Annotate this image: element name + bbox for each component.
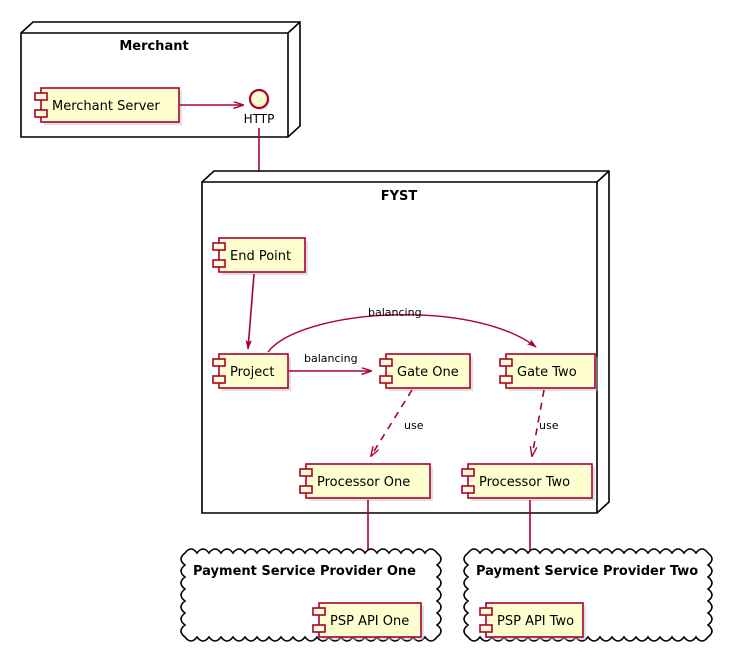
component-end-point[interactable]: End Point [212, 237, 308, 275]
diagram-svg: Merchant Merchant Server HTTP FYST End P… [20, 21, 713, 642]
component-psp-api-two[interactable]: PSP API Two [479, 602, 586, 640]
component-gate-two-port-top [499, 358, 513, 367]
component-psp-api-one-label: PSP API One [330, 614, 409, 629]
component-gate-two-port-bottom [499, 375, 513, 384]
component-end-point-port-bottom [212, 259, 226, 268]
cloud-psp-two-title: Payment Service Provider Two [476, 564, 698, 579]
component-merchant-server[interactable]: Merchant Server [34, 87, 182, 125]
component-processor-two-port-bottom [461, 485, 475, 494]
component-psp-api-two-label: PSP API Two [497, 614, 574, 629]
component-gate-one[interactable]: Gate One [379, 353, 473, 391]
component-gate-one-port-top [379, 358, 393, 367]
component-gate-one-port-bottom [379, 375, 393, 384]
component-gate-two[interactable]: Gate Two [499, 353, 598, 391]
interface-http-circle [248, 88, 270, 110]
component-processor-one[interactable]: Processor One [299, 463, 433, 501]
node-merchant-title: Merchant [119, 39, 188, 54]
component-project-label: Project [230, 365, 274, 380]
component-merchant-server-port-top [34, 92, 48, 101]
node-fyst-3d-body [201, 170, 610, 514]
component-processor-one-port-top [299, 468, 313, 477]
edge-project-to-gate-two-label: balancing [368, 306, 422, 319]
component-merchant-server-label: Merchant Server [52, 99, 160, 114]
component-end-point-port-top [212, 242, 226, 251]
component-processor-one-port-bottom [299, 485, 313, 494]
component-psp-api-one-port-bottom [312, 624, 326, 633]
component-processor-one-label: Processor One [317, 475, 410, 490]
component-processor-two-port-top [461, 468, 475, 477]
interface-http-label: HTTP [244, 112, 275, 126]
component-psp-api-one-port-top [312, 607, 326, 616]
cloud-psp-one-title: Payment Service Provider One [193, 564, 416, 579]
component-project[interactable]: Project [212, 353, 291, 391]
edge-gate-two-to-processor-two-label: use [539, 419, 559, 432]
component-psp-api-one[interactable]: PSP API One [312, 602, 424, 640]
component-gate-one-label: Gate One [397, 365, 459, 380]
component-diagram-canvas: Merchant Merchant Server HTTP FYST End P… [0, 0, 730, 661]
component-end-point-label: End Point [230, 249, 291, 264]
component-project-port-top [212, 358, 226, 367]
component-psp-api-two-port-bottom [479, 624, 493, 633]
component-psp-api-two-port-top [479, 607, 493, 616]
component-merchant-server-port-bottom [34, 109, 48, 118]
edge-gate-one-to-processor-one-label: use [404, 419, 424, 432]
component-processor-two-label: Processor Two [479, 475, 570, 490]
node-fyst: FYST [201, 170, 610, 514]
component-gate-two-label: Gate Two [517, 365, 577, 380]
component-processor-two[interactable]: Processor Two [461, 463, 595, 501]
edge-project-to-gate-one-label: balancing [304, 352, 358, 365]
node-fyst-title: FYST [381, 189, 418, 204]
component-project-port-bottom [212, 375, 226, 384]
